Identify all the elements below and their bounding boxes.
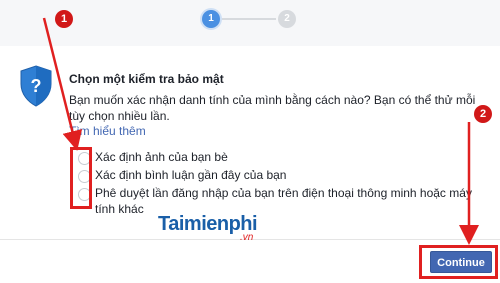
annotation-arrows [42,17,479,245]
annotation-badge-1: 1 [55,10,73,28]
arrow-1 [42,17,83,151]
annotation-badge-2: 2 [474,105,492,123]
